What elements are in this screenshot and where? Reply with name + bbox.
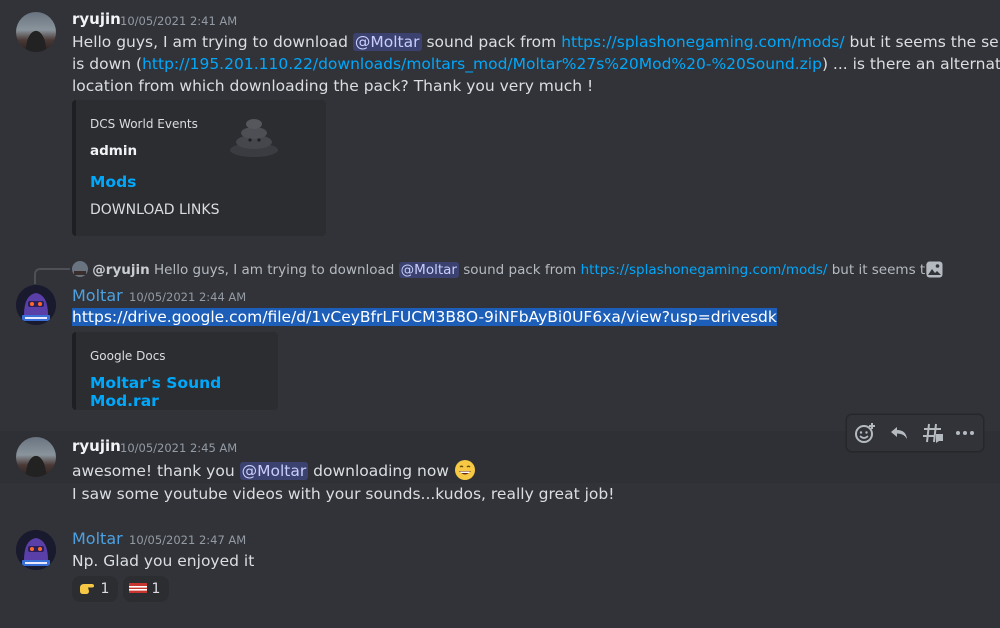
timestamp: 10/05/2021 2:41 AM [120,14,238,28]
flag-emoji-icon [129,583,147,593]
text: but it seems the server [849,33,1000,51]
reply-icon[interactable] [887,421,911,445]
author-name[interactable]: Moltar [72,286,123,305]
message-text-line: https://drive.google.com/file/d/1vCeyBfr… [72,308,777,326]
avatar-ryujin[interactable] [16,437,56,477]
embed-author: admin [90,143,138,159]
message-hover-toolbar [846,414,984,452]
timestamp: 10/05/2021 2:47 AM [129,533,247,547]
text: is down ( [72,55,143,73]
message-text-line: Hello guys, I am trying to download @Mol… [72,33,1000,51]
message-text-line: Np. Glad you enjoyed it [72,552,255,570]
link-embed: DCS World Events admin Mods DOWNLOAD LIN… [72,100,326,236]
embed-provider: Google Docs [90,349,166,363]
link-embed: Google Docs Moltar's Sound Mod.rar [72,332,278,410]
reply-preview[interactable]: @ryujin Hello guys, I am trying to downl… [72,261,947,278]
embed-description: DOWNLOAD LINKS [90,202,220,218]
text: sound pack from [421,33,562,51]
embed-provider[interactable]: DCS World Events [90,117,198,131]
grin-emoji-icon [454,460,475,480]
link-splashone[interactable]: https://splashonegaming.com/mods/ [581,262,828,278]
author-name[interactable]: ryujin [72,10,121,28]
reaction-flag[interactable]: 1 [123,576,169,602]
timestamp: 10/05/2021 2:44 AM [129,290,247,304]
reply-avatar-icon [72,261,88,277]
embed-thumbnail-icon [226,112,282,158]
reply-author[interactable]: @ryujin [92,262,149,278]
mention-moltar[interactable]: @Moltar [352,33,422,51]
link-splashone[interactable]: https://splashonegaming.com/mods/ [561,33,844,51]
mention-moltar[interactable]: @Moltar [398,262,459,278]
reply-connector [34,268,70,284]
text: awesome! thank you [72,462,240,480]
message-text-line: is down (http://195.201.110.22/downloads… [72,55,1000,73]
reaction-count: 1 [100,581,110,597]
point-right-emoji-icon [80,584,94,594]
link-download-zip[interactable]: http://195.201.110.22/downloads/moltars_… [142,55,822,73]
mention-moltar[interactable]: @Moltar [239,462,309,480]
text: Hello guys, I am trying to download [149,262,399,278]
avatar-moltar[interactable] [16,530,56,570]
message-1: ryujin 10/05/2021 2:41 AM Hello guys, I … [0,0,1000,245]
avatar-moltar[interactable] [16,285,56,325]
text: Hello guys, I am trying to download [72,33,353,51]
more-options-icon[interactable] [953,421,977,445]
author-name[interactable]: Moltar [72,529,123,548]
message-text-line: location from which downloading the pack… [72,77,594,95]
timestamp: 10/05/2021 2:45 AM [120,441,238,455]
avatar-ryujin[interactable] [16,12,56,52]
reaction-point-right[interactable]: 1 [72,576,118,602]
text: sound pack from [458,262,581,278]
author-name[interactable]: ryujin [72,437,121,455]
text: downloading now [308,462,449,480]
create-thread-icon[interactable] [921,421,945,445]
image-attachment-icon [926,261,943,278]
embed-title-link[interactable]: Mods [90,173,136,191]
reaction-count: 1 [151,581,161,597]
google-drive-link[interactable]: https://drive.google.com/file/d/1vCeyBfr… [72,308,777,326]
text: ) ... is there an alternate [821,55,1000,73]
add-reaction-icon[interactable] [853,421,877,445]
message-text-line: awesome! thank you @Moltar downloading n… [72,459,476,481]
embed-title-link[interactable]: Moltar's Sound Mod.rar [90,374,278,410]
message-text-line: I saw some youtube videos with your soun… [72,485,615,503]
